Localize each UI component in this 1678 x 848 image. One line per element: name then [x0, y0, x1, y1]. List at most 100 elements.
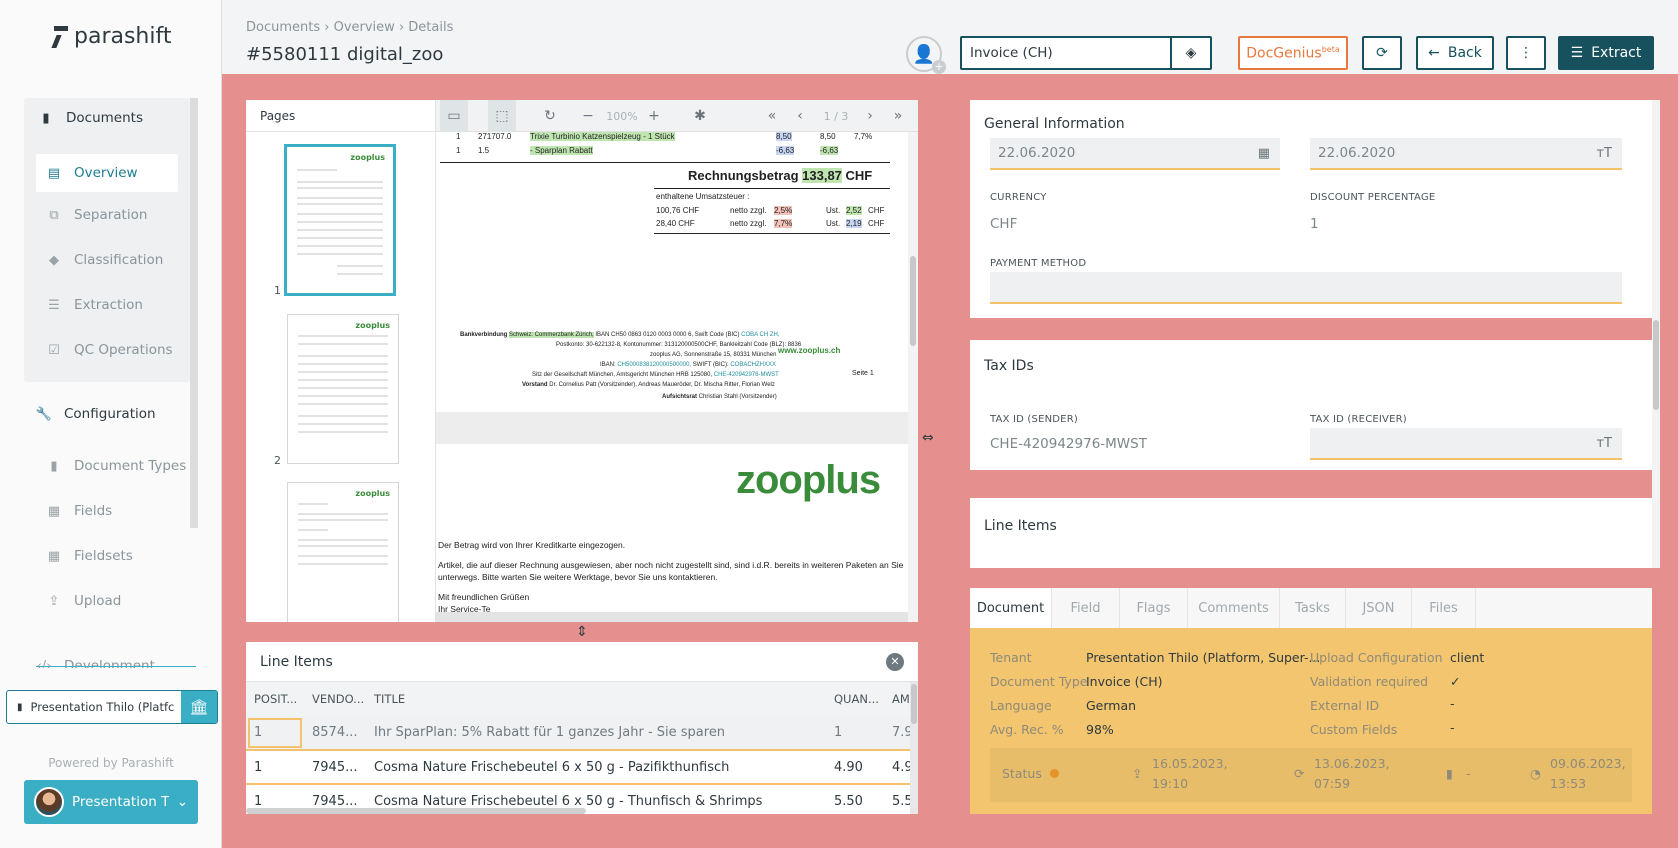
text-size-icon[interactable]: ᴛT [1596, 146, 1612, 161]
table-cell[interactable]: 7945... [304, 750, 366, 785]
table-cell[interactable]: 4.90 [826, 750, 884, 785]
zoom-in-icon[interactable]: + [642, 100, 666, 132]
sidebar-scrollbar[interactable] [190, 98, 198, 528]
refresh-button[interactable]: ⟳ [1362, 36, 1402, 70]
table-cell[interactable]: 5.50 [826, 784, 884, 814]
page-thumbnail-1[interactable]: zooplus [284, 144, 396, 296]
next-page-icon[interactable]: › [858, 100, 882, 132]
table-row[interactable]: 1 7945... Cosma Nature Frischebeutel 6 x… [246, 750, 918, 785]
invoice-date-field[interactable]: 22.06.2020 ▦ [990, 138, 1280, 170]
document-type-selector[interactable]: Invoice (CH) ◈ [960, 36, 1212, 70]
sidebar-item-configuration[interactable]: 🔧 Configuration [36, 406, 156, 422]
sidebar-item-extraction[interactable]: ☰ Extraction [46, 297, 143, 313]
tax-id-sender-value[interactable]: CHE-420942976-MWST [990, 436, 1147, 452]
horizontal-resize-handle[interactable]: ⇕ [246, 622, 918, 642]
extract-button[interactable]: ☰ Extract [1558, 36, 1654, 70]
currency-value[interactable]: CHF [990, 216, 1017, 232]
parashift-logo[interactable]: parashift [52, 24, 171, 49]
viewer-horizontal-scrollbar[interactable] [436, 612, 908, 622]
sidebar-item-overview[interactable]: ▤ Overview [36, 154, 178, 192]
breadcrumb-documents[interactable]: Documents [246, 20, 320, 35]
rotate-icon[interactable]: ↻ [536, 100, 564, 132]
bank-line-3: zooplus AG, Sonnenstraße 15, 80331 Münch… [650, 352, 777, 358]
tag-icon[interactable]: ◈ [1170, 38, 1210, 68]
info-label: Validation required [1310, 674, 1429, 689]
column-header-title[interactable]: TITLE [366, 682, 826, 716]
last-page-icon[interactable]: » [886, 100, 910, 132]
tab-json[interactable]: JSON [1346, 588, 1412, 628]
status-bar: Status ⇪ 16.05.2023, 19:10 ⟳ 13.06.2023,… [990, 748, 1632, 802]
previous-page-icon[interactable]: ‹ [788, 100, 812, 132]
table-row[interactable]: 1 8574... Ihr SparPlan: 5% Rabatt für 1 … [246, 716, 918, 751]
discount-value[interactable]: 1 [1310, 216, 1319, 232]
tab-tasks[interactable]: Tasks [1280, 588, 1346, 628]
more-options-button[interactable]: ⋮ [1506, 36, 1546, 70]
auto-fit-icon[interactable]: ✱ [688, 100, 712, 132]
tab-comments[interactable]: Comments [1188, 588, 1280, 628]
page2-line-4: Mit freundlichen Grüßen [438, 592, 530, 602]
table-cell[interactable]: 1 [246, 716, 304, 751]
thumbnail-logo: zooplus [355, 489, 390, 498]
close-icon[interactable]: ✕ [886, 652, 904, 671]
tax-id-receiver-field[interactable]: ᴛT [1310, 428, 1622, 460]
tenant-selector[interactable]: ▮ Presentation Thilo (Platfc 🏛 [6, 690, 218, 724]
plus-icon: + [932, 60, 946, 74]
status-label: Status [1002, 766, 1042, 781]
column-header-quantity[interactable]: QUAN... [826, 682, 884, 716]
bank-icon[interactable]: 🏛 [181, 691, 217, 723]
sidebar-item-documents[interactable]: ▮ Documents [38, 110, 143, 126]
sidebar-item-separation[interactable]: ⧉ Separation [46, 207, 147, 223]
sidebar-item-fields[interactable]: ▦ Fields [46, 503, 112, 519]
toggle-sidebar-icon[interactable]: ▭ [440, 100, 468, 132]
check-icon: ✓ [1450, 674, 1461, 689]
table-cell[interactable]: Cosma Nature Frischebeutel 6 x 50 g - Pa… [366, 750, 826, 785]
zoom-level: 100% [606, 109, 638, 123]
zoom-out-icon[interactable]: − [576, 100, 600, 132]
back-button[interactable]: ← Back [1416, 36, 1494, 70]
payment-method-field[interactable] [990, 272, 1622, 304]
text-size-icon[interactable]: ᴛT [1596, 436, 1612, 451]
calendar-icon[interactable]: ▦ [1258, 146, 1270, 161]
column-header-position[interactable]: POSIT... [246, 682, 304, 716]
tab-document[interactable]: Document [970, 588, 1052, 628]
sidebar-item-upload[interactable]: ⇪ Upload [46, 593, 122, 609]
delivery-date-field[interactable]: 22.06.2020 ᴛT [1310, 138, 1622, 170]
tab-flags[interactable]: Flags [1120, 588, 1188, 628]
docgenius-button[interactable]: DocGeniusbeta [1238, 36, 1348, 70]
table-icon: ▦ [47, 503, 61, 519]
document-icon: ▮ [17, 701, 23, 713]
page-thumbnail-3[interactable]: zooplus [287, 482, 399, 622]
sidebar-item-fieldsets[interactable]: ▦ Fieldsets [46, 548, 133, 564]
sidebar-item-qc-operations[interactable]: ☑ QC Operations [46, 342, 172, 358]
back-label: Back [1447, 45, 1482, 61]
line-items-title: Line Items [260, 653, 333, 670]
tenant-selector-value[interactable]: ▮ Presentation Thilo (Platfc [7, 691, 181, 723]
table-horizontal-scrollbar[interactable] [246, 808, 586, 814]
sidebar-item-classification[interactable]: ◆ Classification [46, 252, 163, 268]
document-type-value: Invoice (CH) [1086, 674, 1163, 689]
fields-vertical-scrollbar[interactable] [1652, 100, 1660, 568]
user-menu-button[interactable]: Presentation Thi ⌄ [24, 780, 198, 824]
select-area-icon[interactable]: ⬚ [488, 100, 516, 132]
sidebar-item-document-types[interactable]: ▮ Document Types [46, 458, 186, 474]
table-vertical-scrollbar[interactable] [910, 682, 918, 814]
page2-line-3: unterwegs. Bitte warten Sie weitere Werk… [438, 572, 718, 582]
viewer-vertical-scrollbar[interactable] [908, 132, 918, 622]
tab-files[interactable]: Files [1412, 588, 1476, 628]
separation-icon: ⧉ [49, 207, 59, 223]
table-cell[interactable]: Ihr SparPlan: 5% Rabatt für 1 ganzes Jah… [366, 716, 826, 751]
column-header-vendor[interactable]: VENDO... [304, 682, 366, 716]
field-label: TAX ID (SENDER) [990, 414, 1078, 425]
table-cell[interactable]: 1 [826, 716, 884, 751]
page-thumbnail-2[interactable]: zooplus [287, 314, 399, 464]
table-cell[interactable]: 8574... [304, 716, 366, 751]
line-items-table-panel: Line Items ✕ POSIT... VENDO... TITLE QUA… [246, 642, 918, 814]
vertical-resize-handle[interactable]: ⇔ [918, 100, 934, 814]
assign-user-button[interactable]: 👤 + [906, 36, 946, 74]
breadcrumb-overview[interactable]: Overview [334, 20, 395, 35]
tab-field[interactable]: Field [1052, 588, 1120, 628]
document-type-value[interactable]: Invoice (CH) [962, 38, 1170, 68]
first-page-icon[interactable]: « [760, 100, 784, 132]
wrench-icon: 🔧 [35, 406, 53, 422]
table-cell[interactable]: 1 [246, 750, 304, 785]
